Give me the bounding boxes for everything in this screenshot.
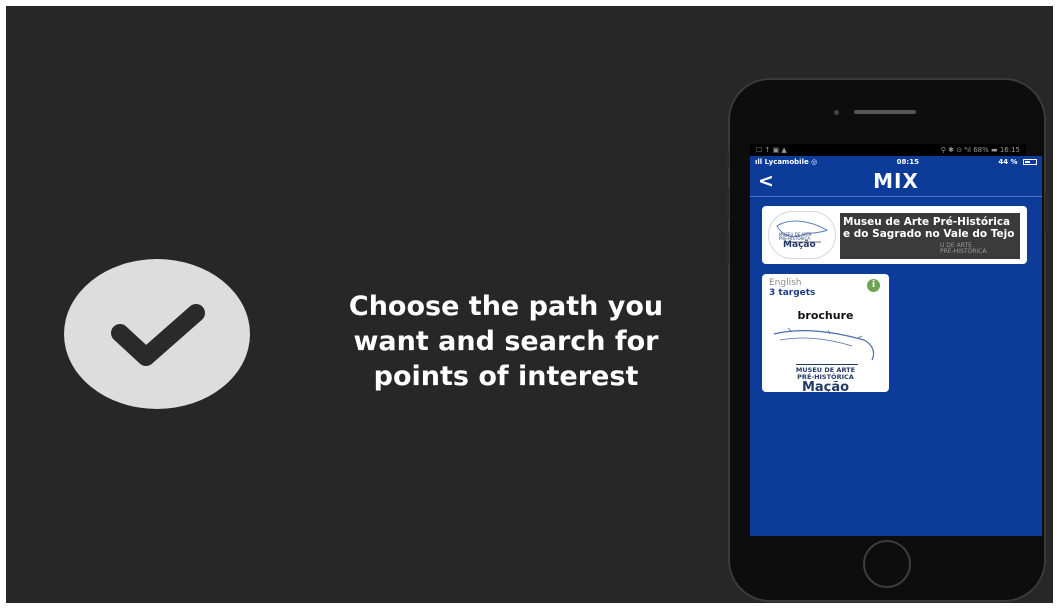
headline-text: Choose the path you want and search for … [348,291,664,392]
museum-card[interactable]: MUSEU DE ARTE PRÉ-HISTÓRICA Mação Museu … [762,206,1027,264]
museum-logo: MUSEU DE ARTE PRÉ-HISTÓRICA Mação [768,211,836,259]
signal-icon: ıll [755,158,763,166]
brochure-divider [796,364,858,365]
slide-background: Choose the path you want and search for … [6,6,1053,603]
phone-volume-button [726,150,729,168]
path-name: brochure [797,309,854,322]
ios-status-bar: ıll Lycamobile ◎ 08:15 44 % [750,156,1042,168]
app-title: MIX [873,169,919,193]
brochure-art [773,327,875,361]
museum-title: Museu de Arte Pré-Histórica e do Sagrado… [840,213,1020,259]
android-status-bar: ☐ ↑ ▣ ▲ ⚲ ✱ ⊙ ⁴ıl 68% ▬ 16:15 [750,144,1026,156]
nav-bar: < MIX [750,168,1042,197]
checkmark-icon [111,304,205,366]
check-badge [64,259,250,409]
earpiece [854,110,916,114]
android-status-icons: ☐ ↑ ▣ ▲ [756,146,787,154]
battery-icon [1023,159,1037,165]
brochure-title: Mação [801,380,850,392]
info-icon[interactable]: i [867,279,880,292]
app-screen: ıll Lycamobile ◎ 08:15 44 % < MIX MUSEU … [750,156,1042,536]
path-card-brochure[interactable]: English 3 targets i brochure MUSEU DE AR… [762,274,889,392]
clock-label: 08:15 [896,158,919,166]
museum-title-overlay: U DE ARTE PRÉ-HISTÓRICA [940,242,987,255]
carrier-label: ıll Lycamobile ◎ [755,158,818,166]
phone-volume-button [726,188,729,222]
phone-volume-button [726,230,729,264]
android-status-info: ⚲ ✱ ⊙ ⁴ıl 68% ▬ 16:15 [940,146,1020,154]
wifi-icon: ◎ [811,158,818,166]
path-language: English [769,278,802,288]
path-targets-count: 3 targets [769,288,816,298]
phone-mockup: ☐ ↑ ▣ ▲ ⚲ ✱ ⊙ ⁴ıl 68% ▬ 16:15 ıll Lycamo… [726,78,1048,602]
home-button[interactable] [863,540,911,588]
front-camera [834,110,839,115]
phone-power-button [1045,192,1048,234]
museum-logo-text: Mação [783,240,816,250]
battery-label: 44 % [998,158,1037,166]
